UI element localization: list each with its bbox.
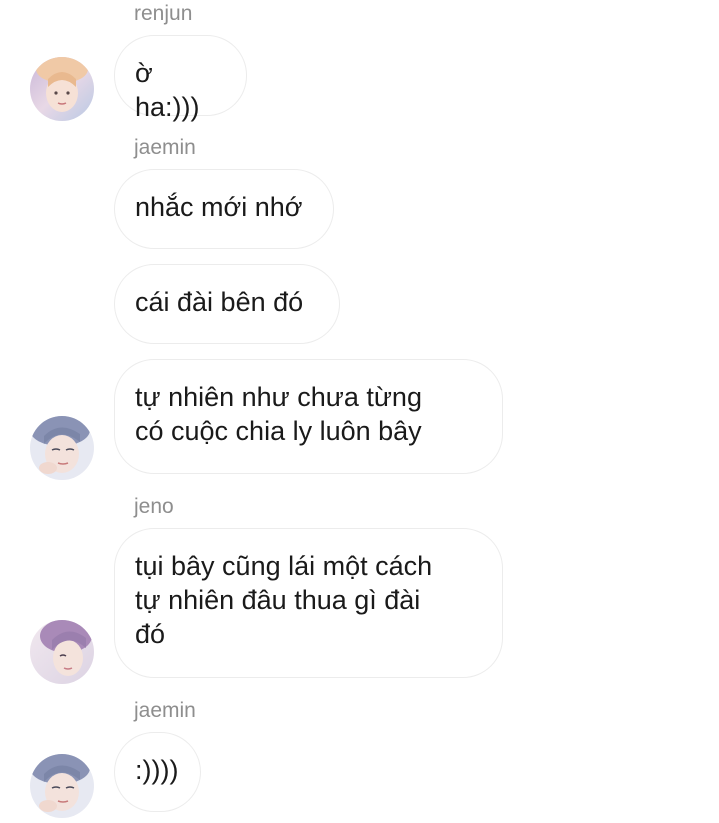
- avatar-image: [30, 620, 94, 684]
- avatar-image: [30, 416, 94, 480]
- avatar[interactable]: [30, 416, 94, 480]
- avatar[interactable]: [30, 754, 94, 818]
- chat-thread: renjun ờ ha:))) jaemin nhắc mới nhớ cái …: [0, 0, 719, 823]
- avatar-image: [30, 754, 94, 818]
- message-bubble[interactable]: ờ ha:))): [114, 35, 247, 122]
- sender-name: jaemin: [134, 136, 196, 159]
- sender-name: renjun: [134, 2, 193, 25]
- avatar[interactable]: [30, 57, 94, 121]
- message-bubble[interactable]: tụi bây cũng lái một cách tự nhiên đâu t…: [114, 528, 503, 678]
- sender-name: jaemin: [134, 699, 196, 722]
- sender-name: jeno: [134, 495, 174, 518]
- avatar-image: [30, 57, 94, 121]
- avatar[interactable]: [30, 620, 94, 684]
- message-bubble[interactable]: nhắc mới nhớ: [114, 169, 334, 249]
- message-bubble[interactable]: cái đài bên đó: [114, 264, 340, 344]
- message-bubble[interactable]: tự nhiên như chưa từng có cuộc chia ly l…: [114, 359, 503, 474]
- message-bubble[interactable]: :)))): [114, 732, 201, 812]
